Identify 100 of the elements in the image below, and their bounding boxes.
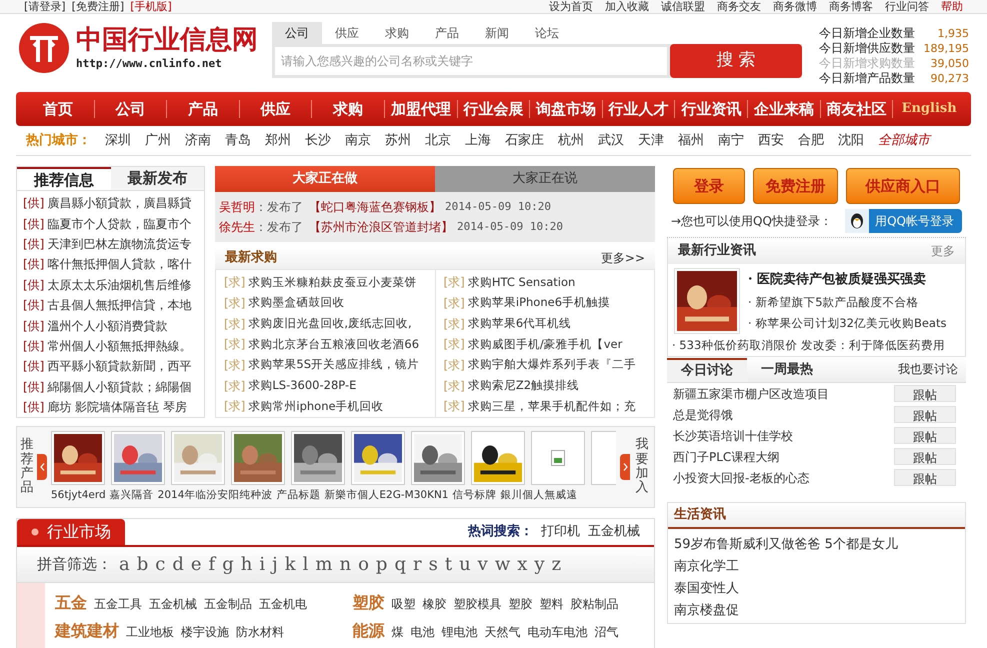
city-link[interactable]: 北京 [425, 130, 451, 150]
supply-link[interactable]: 西平縣小額貸款新聞，西平 [47, 357, 192, 376]
request-link[interactable]: 求购常州iphone手机回收 [248, 398, 384, 416]
letter-link[interactable]: q [394, 551, 406, 578]
letter-link[interactable]: p [376, 551, 388, 578]
nav-link[interactable]: 商友社区 [820, 98, 892, 120]
city-link[interactable]: 石家庄 [505, 130, 544, 150]
subcategory-link[interactable]: 吸塑 [392, 595, 416, 613]
letter-link[interactable]: e [190, 551, 202, 578]
nav-link[interactable]: 行业人才 [602, 98, 674, 120]
topic-link[interactable]: 总是觉得饿 [673, 406, 733, 424]
nav-link[interactable]: 公司 [94, 98, 166, 120]
subcategory-link[interactable]: 五金工具 [94, 595, 142, 613]
letter-link[interactable]: l [302, 551, 308, 578]
search-tab[interactable]: 求购 [372, 22, 422, 44]
nav-link[interactable]: English [893, 99, 965, 119]
discuss-link[interactable]: 我也要讨论 [898, 360, 958, 378]
letter-link[interactable]: u [459, 551, 471, 578]
city-link[interactable]: 济南 [185, 130, 211, 150]
letter-link[interactable]: y [534, 551, 545, 578]
nav-link[interactable]: 首页 [22, 98, 94, 120]
request-link[interactable]: 求购威图手机/豪雅手机【ver [468, 336, 622, 354]
subcategory-link[interactable]: 电动车电池 [528, 623, 588, 641]
user-name[interactable]: 徐先生 [219, 218, 255, 236]
top-link[interactable]: 商务微博 [773, 1, 817, 12]
subcategory-link[interactable]: 天然气 [484, 623, 520, 641]
request-link[interactable]: 求购苹果6代耳机线 [468, 315, 572, 332]
mobile-link[interactable]: [手机版] [130, 1, 172, 12]
city-link[interactable]: 沈阳 [838, 130, 864, 150]
activity-title[interactable]: 【蛇口粤海蓝色赛钢板】 [309, 198, 441, 216]
city-link[interactable]: 西安 [758, 130, 784, 150]
subcategory-link[interactable]: 胶粘制品 [570, 595, 618, 613]
subcategory-link[interactable]: 煤 [392, 623, 404, 641]
discussion-tab[interactable]: 今日讨论 [667, 358, 747, 382]
request-link[interactable]: 求购宇舶大爆炸系列手表『二手 [468, 356, 636, 374]
letter-link[interactable]: o [358, 551, 369, 578]
search-tab[interactable]: 新闻 [472, 22, 522, 44]
topic-link[interactable]: 新疆五家渠市棚户区改造项目 [673, 384, 829, 402]
user-name[interactable]: 吴哲明 [219, 198, 255, 216]
life-news-link[interactable]: 59岁布鲁斯威利又做爸爸 5个都是女儿 [674, 535, 959, 557]
city-link[interactable]: 南京 [345, 130, 371, 150]
life-news-link[interactable]: 南京楼盘促 [674, 601, 959, 623]
letter-link[interactable]: j [272, 551, 278, 578]
subcategory-link[interactable]: 塑料 [540, 595, 564, 613]
subcategory-link[interactable]: 五金机电 [259, 595, 307, 613]
topic-link[interactable]: 西门子PLC课程大纲 [673, 448, 780, 466]
search-tab[interactable]: 供应 [322, 22, 372, 44]
request-link[interactable]: 求购玉米糠粕麸皮蚕豆小麦菜饼 [248, 274, 416, 291]
supply-link[interactable]: 太原太太乐油烟机售后维修 [47, 276, 192, 294]
life-news-link[interactable]: 泰国变性人 [674, 579, 959, 601]
city-link[interactable]: 武汉 [598, 130, 624, 150]
activity-tab[interactable]: 大家正在说 [435, 166, 655, 192]
supply-link[interactable]: 綿陽個人小額貸款；綿陽個 [47, 378, 192, 396]
nav-link[interactable]: 询盘市场 [530, 98, 602, 120]
request-link[interactable]: 求购索尼Z2触摸排线 [468, 377, 580, 394]
category-link[interactable]: 塑胶 [352, 591, 384, 615]
subcategory-link[interactable]: 橡胶 [422, 595, 446, 613]
letter-link[interactable]: x [517, 551, 528, 578]
request-link[interactable]: 求购LS-3600-28P-E [248, 377, 356, 394]
search-field[interactable]: 请输入您感兴趣的公司名称或关键字 [275, 47, 667, 75]
city-link[interactable]: 杭州 [558, 130, 584, 150]
letter-link[interactable]: m [315, 551, 332, 578]
subcategory-link[interactable]: 工业地板 [126, 623, 174, 641]
activity-title[interactable]: 【苏州市沧浪区管道封堵】 [309, 218, 453, 236]
product-caption[interactable]: 銀川個人無威遠 [500, 488, 578, 504]
request-link[interactable]: 求购苹果iPhone6手机触摸 [468, 294, 610, 312]
subcategory-link[interactable]: 防水材料 [236, 623, 284, 641]
request-link[interactable]: 求购北京茅台五粮液回收老酒66 [248, 336, 420, 354]
headline-link[interactable]: · 医院卖待产包被质疑强买强卖 [748, 270, 946, 290]
topic-link[interactable]: 长沙英语培训十佳学校 [673, 426, 793, 444]
nav-link[interactable]: 求购 [312, 98, 384, 120]
search-tab[interactable]: 论坛 [522, 22, 572, 44]
subcategory-link[interactable]: 楼宇设施 [181, 623, 229, 641]
reply-button[interactable]: 跟帖 [894, 385, 956, 402]
city-link[interactable]: 青岛 [225, 130, 251, 150]
letter-link[interactable]: h [240, 551, 252, 578]
letter-link[interactable]: t [444, 551, 452, 578]
top-link[interactable]: [请登录] [24, 1, 66, 12]
next-button[interactable] [620, 454, 630, 480]
search-tab[interactable]: 公司 [272, 22, 322, 44]
news-link[interactable]: · 新希望旗下5款产品酸度不合格 [748, 294, 946, 311]
supply-link[interactable]: 常州個人小額無抵押熱線。 [47, 336, 192, 355]
request-link[interactable]: 求购墨盒硒鼓回收 [248, 294, 344, 312]
subcategory-link[interactable]: 沼气 [594, 623, 618, 641]
product-caption[interactable]: 产品标题 [276, 488, 320, 504]
qq-login-button[interactable]: 用QQ帐号登录 [845, 208, 962, 232]
category-link[interactable]: 能源 [352, 619, 384, 643]
activity-tab[interactable]: 大家正在做 [215, 166, 435, 192]
product-caption[interactable]: 信号标牌 [452, 488, 496, 504]
subcategory-link[interactable]: 塑胶 [508, 595, 532, 613]
supply-link[interactable]: 廊坊 影院墙体隔音毡 琴房 [47, 398, 188, 416]
letter-link[interactable]: g [222, 551, 234, 578]
nav-link[interactable]: 加盟代理 [385, 98, 457, 120]
product-caption[interactable]: 2014年临汾安阳纯种波 [158, 488, 272, 504]
letter-link[interactable]: w [494, 551, 510, 578]
supply-link[interactable]: 溫州个人小額消费貸款 [47, 316, 168, 335]
top-link[interactable]: [免费注册] [72, 1, 124, 12]
letter-link[interactable]: f [208, 551, 216, 578]
search-tab[interactable]: 产品 [422, 22, 472, 44]
top-link[interactable]: 设为首页 [549, 1, 593, 12]
